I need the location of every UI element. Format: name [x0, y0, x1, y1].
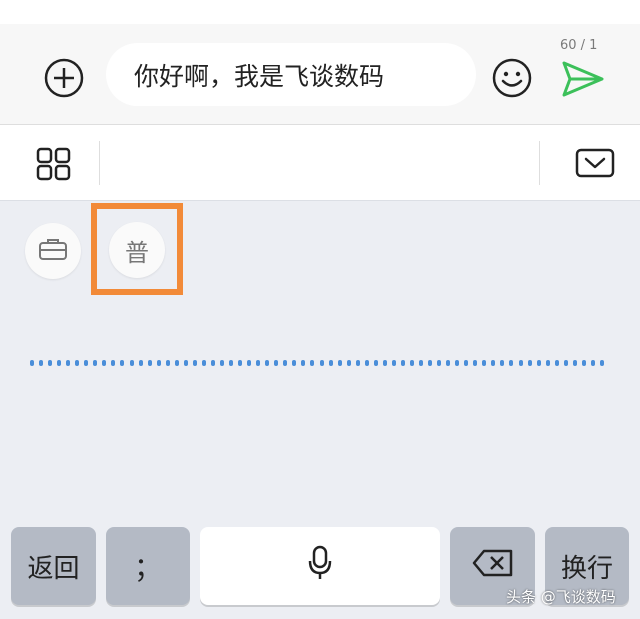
waveform-dot	[238, 360, 243, 366]
waveform-dot	[355, 360, 360, 366]
waveform-dot	[491, 360, 496, 366]
waveform-dot	[599, 360, 604, 366]
message-input-text: 你好啊，我是飞谈数码	[134, 61, 385, 91]
grid-icon[interactable]	[36, 147, 72, 181]
waveform-dot	[156, 360, 161, 366]
waveform-dot	[536, 360, 541, 366]
message-input[interactable]: 你好啊，我是飞谈数码	[106, 43, 476, 106]
waveform-dot	[346, 360, 351, 366]
waveform-dot	[509, 360, 514, 366]
waveform-dot	[400, 360, 405, 366]
waveform-dot	[84, 360, 89, 366]
waveform-dot	[464, 360, 469, 366]
waveform-dot	[66, 360, 71, 366]
waveform-dot	[310, 360, 315, 366]
toolbox-button[interactable]	[25, 223, 81, 279]
waveform-dot	[192, 360, 197, 366]
waveform-dot	[120, 360, 125, 366]
character-counter: 60 / 1	[560, 38, 598, 53]
waveform-dot	[129, 360, 134, 366]
waveform-dot	[174, 360, 179, 366]
semicolon-key[interactable]: ；	[106, 527, 190, 605]
waveform-dot	[247, 360, 252, 366]
waveform-dot	[437, 360, 442, 366]
waveform-dot	[93, 360, 98, 366]
waveform-dot	[590, 360, 595, 366]
enter-key-label: 换行	[560, 553, 613, 584]
voice-input-panel: 普 返回 ； 换行	[0, 201, 640, 619]
chevron-down-icon[interactable]	[575, 148, 615, 178]
waveform-dot	[527, 360, 532, 366]
compose-bar: 你好啊，我是飞谈数码 60 / 1	[0, 24, 640, 124]
waveform-dot	[30, 360, 34, 366]
ime-toolbar	[0, 125, 640, 201]
waveform-dot	[500, 360, 505, 366]
waveform-dot	[138, 360, 143, 366]
briefcase-icon	[38, 237, 68, 265]
semicolon-key-label: ；	[133, 551, 162, 584]
waveform-dot	[563, 360, 568, 366]
waveform-dot	[39, 360, 44, 366]
smiley-icon[interactable]	[492, 58, 532, 98]
toolbar-separator	[539, 141, 540, 185]
waveform-dot	[473, 360, 478, 366]
waveform-dot	[319, 360, 324, 366]
waveform-dot	[419, 360, 424, 366]
waveform-dot	[428, 360, 433, 366]
waveform-dot	[48, 360, 53, 366]
waveform-dot	[229, 360, 234, 366]
waveform-dot	[482, 360, 487, 366]
waveform-dot	[265, 360, 270, 366]
back-key[interactable]: 返回	[11, 527, 96, 605]
send-icon[interactable]	[560, 59, 606, 99]
waveform-dot	[201, 360, 206, 366]
waveform-dot	[391, 360, 396, 366]
waveform-dot	[455, 360, 460, 366]
waveform-dot	[382, 360, 387, 366]
waveform-dot	[581, 360, 586, 366]
waveform-dot	[165, 360, 170, 366]
backspace-icon	[472, 549, 514, 584]
waveform-dot	[572, 360, 577, 366]
waveform-dot	[102, 360, 107, 366]
waveform-dot	[446, 360, 451, 366]
waveform-dot	[409, 360, 414, 366]
waveform-dot	[364, 360, 369, 366]
watermark: 头条 @飞谈数码	[506, 588, 616, 606]
waveform-dot	[328, 360, 333, 366]
waveform-dot	[183, 360, 188, 366]
microphone-icon	[308, 545, 332, 588]
waveform-dot	[57, 360, 62, 366]
back-key-label: 返回	[27, 553, 80, 584]
waveform-dot	[545, 360, 550, 366]
plus-icon[interactable]	[44, 58, 84, 98]
waveform-dot	[518, 360, 523, 366]
waveform-dot	[301, 360, 306, 366]
waveform-dot	[274, 360, 279, 366]
waveform-dot	[147, 360, 152, 366]
waveform-dot	[283, 360, 288, 366]
waveform-dot	[256, 360, 261, 366]
waveform-dot	[337, 360, 342, 366]
waveform-dot	[292, 360, 297, 366]
voice-waveform	[30, 359, 604, 367]
waveform-dot	[75, 360, 80, 366]
toolbar-separator	[99, 141, 100, 185]
waveform-dot	[210, 360, 215, 366]
waveform-dot	[219, 360, 224, 366]
waveform-dot	[111, 360, 116, 366]
waveform-dot	[554, 360, 559, 366]
highlight-box	[91, 203, 183, 295]
microphone-button[interactable]	[200, 527, 440, 605]
waveform-dot	[373, 360, 378, 366]
